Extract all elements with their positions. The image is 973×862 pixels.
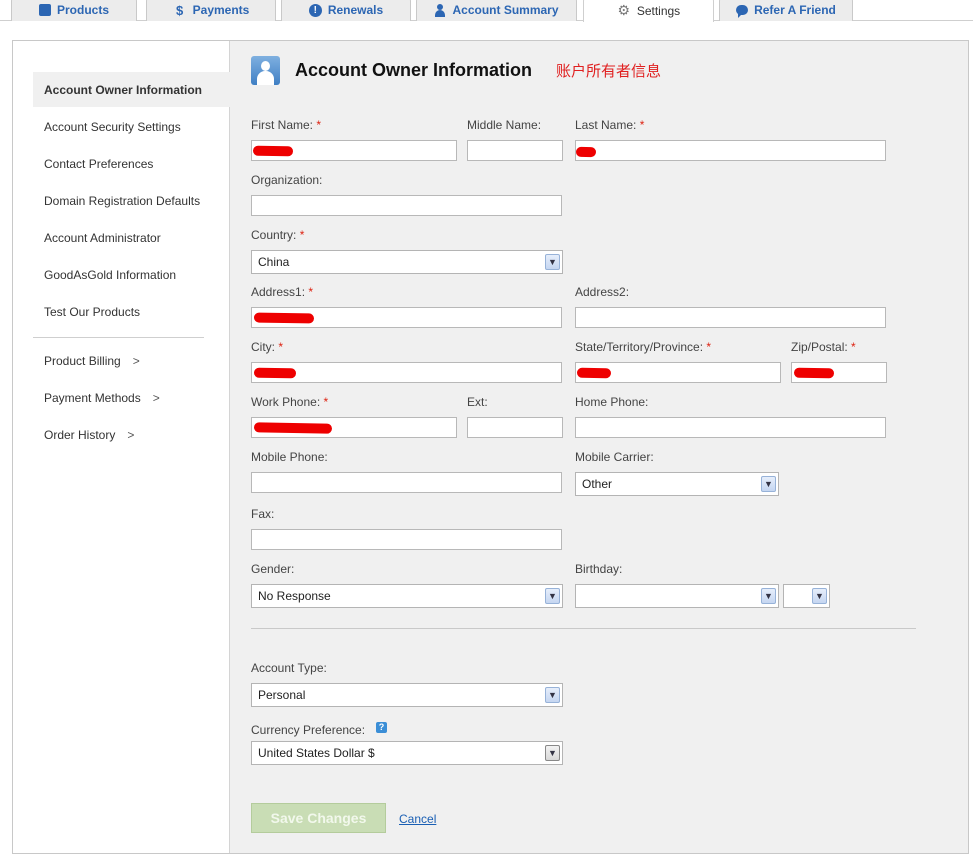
address2-label: Address2: [575,285,630,299]
fax-field[interactable] [251,529,562,550]
tab-renewals[interactable]: ! Renewals [281,0,411,21]
sidebar-item-label: Order History [44,428,116,442]
sidebar-item-payment-methods[interactable]: Payment Methods > [44,391,160,405]
last-name-field[interactable] [575,140,886,161]
chevron-down-icon: ▼ [545,588,560,604]
redaction-mark [253,422,333,434]
country-select[interactable]: China ▼ [251,250,563,274]
state-label: State/Territory/Province: * [575,340,712,354]
middle-name-label: Middle Name: [467,118,542,132]
chevron-down-icon: ▼ [545,254,560,270]
tab-label: Refer A Friend [754,3,836,17]
mobile-phone-field[interactable] [251,472,562,493]
sidebar-item-account-administrator[interactable]: Account Administrator [44,231,161,245]
user-avatar-icon [251,56,280,85]
sidebar-item-domain-registration-defaults[interactable]: Domain Registration Defaults [44,194,200,208]
sidebar-item-product-billing[interactable]: Product Billing > [44,354,140,368]
tab-account-summary[interactable]: Account Summary [416,0,577,21]
home-phone-label: Home Phone: [575,395,649,409]
account-type-value: Personal [258,688,306,702]
tab-label: Products [56,3,109,17]
tab-payments[interactable]: $ Payments [146,0,276,21]
currency-select[interactable]: United States Dollar $ ▼ [251,741,563,765]
middle-name-field[interactable] [467,140,563,161]
redaction-mark [253,367,297,379]
cancel-link[interactable]: Cancel [399,812,436,826]
speech-bubble-icon [736,5,749,18]
gender-label: Gender: [251,562,295,576]
mobile-carrier-value: Other [582,477,613,491]
chevron-right-icon: > [152,391,160,405]
address2-field[interactable] [575,307,886,328]
birthday-label: Birthday: [575,562,623,576]
tab-settings[interactable]: ⚙ Settings [583,0,714,22]
sidebar-item-contact-preferences[interactable]: Contact Preferences [44,157,153,171]
chevron-down-icon: ▼ [761,588,776,604]
chevron-down-icon: ▼ [812,588,827,604]
account-type-label: Account Type: [251,661,327,675]
organization-field[interactable] [251,195,562,216]
sidebar-item-label: Product Billing [44,354,121,368]
chevron-down-icon: ▼ [545,687,560,703]
chevron-down-icon: ▼ [761,476,776,492]
sidebar-divider [33,337,204,338]
sidebar-item-order-history[interactable]: Order History > [44,428,134,442]
tab-label: Renewals [327,3,384,17]
person-icon [434,3,446,17]
mobile-carrier-select[interactable]: Other ▼ [575,472,779,496]
city-field[interactable] [251,362,562,383]
tab-products[interactable]: Products [11,0,137,21]
city-label: City: * [251,340,284,354]
work-phone-label: Work Phone: * [251,395,329,409]
redaction-mark [576,367,612,379]
mobile-phone-label: Mobile Phone: [251,450,328,464]
redaction-mark [253,312,315,324]
zip-label: Zip/Postal: * [791,340,856,354]
section-divider [251,628,916,629]
alert-icon: ! [308,3,322,17]
address1-label: Address1: * [251,285,314,299]
page-title: Account Owner Information [295,60,533,80]
ext-label: Ext: [467,395,488,409]
tab-label: Payments [192,3,250,17]
sidebar-item-test-our-products[interactable]: Test Our Products [44,305,140,319]
dollar-icon: $ [176,2,184,18]
chevron-right-icon: > [127,428,135,442]
chinese-annotation: 账户所有者信息 [556,62,662,80]
sidebar-item-account-owner-information[interactable]: Account Owner Information [44,83,202,97]
chevron-right-icon: > [132,354,140,368]
sidebar-item-goodasgold-information[interactable]: GoodAsGold Information [44,268,176,282]
redaction-mark [252,145,294,157]
birthday-day-select[interactable]: ▼ [783,584,830,608]
first-name-label: First Name: * [251,118,322,132]
sidebar-item-account-security-settings[interactable]: Account Security Settings [44,120,181,134]
organization-label: Organization: [251,173,323,187]
last-name-label: Last Name: * [575,118,645,132]
redaction-mark [575,146,597,158]
chevron-down-icon: ▼ [545,745,560,761]
tab-label: Account Summary [452,3,559,17]
top-tab-bar: Products $ Payments ! Renewals Account S… [0,0,973,22]
country-label: Country: * [251,228,305,242]
tab-label: Settings [636,3,681,18]
account-type-select[interactable]: Personal ▼ [251,683,563,707]
tab-refer-a-friend[interactable]: Refer A Friend [719,0,853,21]
save-changes-button[interactable]: Save Changes [251,803,386,833]
mobile-carrier-label: Mobile Carrier: [575,450,654,464]
currency-value: United States Dollar $ [258,746,375,760]
gear-icon: ⚙ [617,2,631,18]
ext-field[interactable] [467,417,563,438]
box-icon [38,4,51,16]
home-phone-field[interactable] [575,417,886,438]
help-icon[interactable]: ? [376,722,387,733]
gender-select[interactable]: No Response ▼ [251,584,563,608]
sidebar-item-label: Payment Methods [44,391,141,405]
fax-label: Fax: [251,507,275,521]
country-value: China [258,255,290,269]
gender-value: No Response [258,589,331,603]
birthday-month-select[interactable]: ▼ [575,584,779,608]
currency-label: Currency Preference: [251,723,366,737]
redaction-mark [793,367,835,379]
